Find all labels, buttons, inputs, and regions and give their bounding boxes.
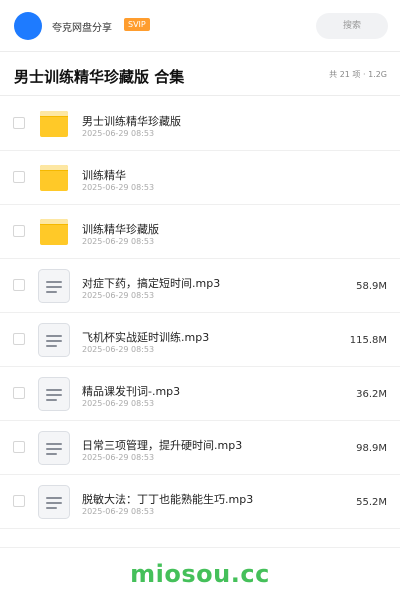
user-name: 夸克网盘分享	[52, 23, 112, 34]
row-checkbox[interactable]	[13, 441, 25, 453]
file-size: 98.9M	[356, 443, 387, 454]
file-list: 男士训练精华珍藏版 2025-06-29 08:53 训练精华 2025-06-29 …	[0, 97, 400, 529]
row-checkbox[interactable]	[13, 495, 25, 507]
list-item[interactable]: 训练精华珍藏版 2025-06-29 08:53	[0, 205, 400, 259]
folder-icon	[38, 161, 70, 195]
file-date: 2025-06-29 08:53	[82, 399, 155, 408]
page-title: 男士训练精华珍藏版 合集	[14, 68, 185, 86]
list-item[interactable]: 对症下药，搞定短时间.mp3 2025-06-29 08:53 58.9M	[0, 259, 400, 313]
watermark: miosou.cc	[130, 560, 270, 588]
list-item[interactable]: 男士训练精华珍藏版 2025-06-29 08:53	[0, 97, 400, 151]
list-item[interactable]: 日常三项管理，提升硬时间.mp3 2025-06-29 08:53 98.9M	[0, 421, 400, 475]
file-name: 精品课发刊词-.mp3	[82, 385, 181, 398]
file-date: 2025-06-29 08:53	[82, 507, 155, 516]
file-date: 2025-06-29 08:53	[82, 345, 155, 354]
share-header: 男士训练精华珍藏版 合集 共 21 项 · 1.2G	[0, 52, 400, 96]
file-date: 2025-06-29 08:53	[82, 183, 155, 192]
file-date: 2025-06-29 08:53	[82, 237, 155, 246]
file-size: 115.8M	[349, 335, 387, 346]
audio-file-icon	[38, 485, 70, 519]
audio-file-icon	[38, 377, 70, 411]
share-meta: 共 21 项 · 1.2G	[329, 70, 387, 79]
divider	[0, 547, 400, 548]
file-name: 飞机杯实战延时训练.mp3	[82, 331, 210, 344]
audio-file-icon	[38, 269, 70, 303]
top-bar: 夸克网盘分享 SVIP 搜索	[0, 0, 400, 52]
row-checkbox[interactable]	[13, 171, 25, 183]
folder-icon	[38, 107, 70, 141]
list-item[interactable]: 精品课发刊词-.mp3 2025-06-29 08:53 36.2M	[0, 367, 400, 421]
file-size: 36.2M	[356, 389, 387, 400]
file-size: 55.2M	[356, 497, 387, 508]
file-name: 男士训练精华珍藏版	[82, 115, 181, 128]
row-checkbox[interactable]	[13, 387, 25, 399]
folder-icon	[38, 215, 70, 249]
audio-file-icon	[38, 431, 70, 465]
search-input[interactable]: 搜索	[316, 13, 388, 39]
file-date: 2025-06-29 08:53	[82, 129, 155, 138]
avatar[interactable]	[14, 12, 42, 40]
file-name: 日常三项管理，提升硬时间.mp3	[82, 439, 243, 452]
svip-badge: SVIP	[124, 18, 150, 31]
file-name: 脱敏大法：丁丁也能熟能生巧.mp3	[82, 493, 254, 506]
file-size: 58.9M	[356, 281, 387, 292]
list-item[interactable]: 飞机杯实战延时训练.mp3 2025-06-29 08:53 115.8M	[0, 313, 400, 367]
row-checkbox[interactable]	[13, 333, 25, 345]
list-item[interactable]: 脱敏大法：丁丁也能熟能生巧.mp3 2025-06-29 08:53 55.2M	[0, 475, 400, 529]
file-name: 对症下药，搞定短时间.mp3	[82, 277, 221, 290]
row-checkbox[interactable]	[13, 225, 25, 237]
row-checkbox[interactable]	[13, 117, 25, 129]
list-item[interactable]: 训练精华 2025-06-29 08:53	[0, 151, 400, 205]
row-checkbox[interactable]	[13, 279, 25, 291]
file-name: 训练精华	[82, 169, 126, 182]
audio-file-icon	[38, 323, 70, 357]
file-name: 训练精华珍藏版	[82, 223, 159, 236]
file-date: 2025-06-29 08:53	[82, 453, 155, 462]
file-date: 2025-06-29 08:53	[82, 291, 155, 300]
